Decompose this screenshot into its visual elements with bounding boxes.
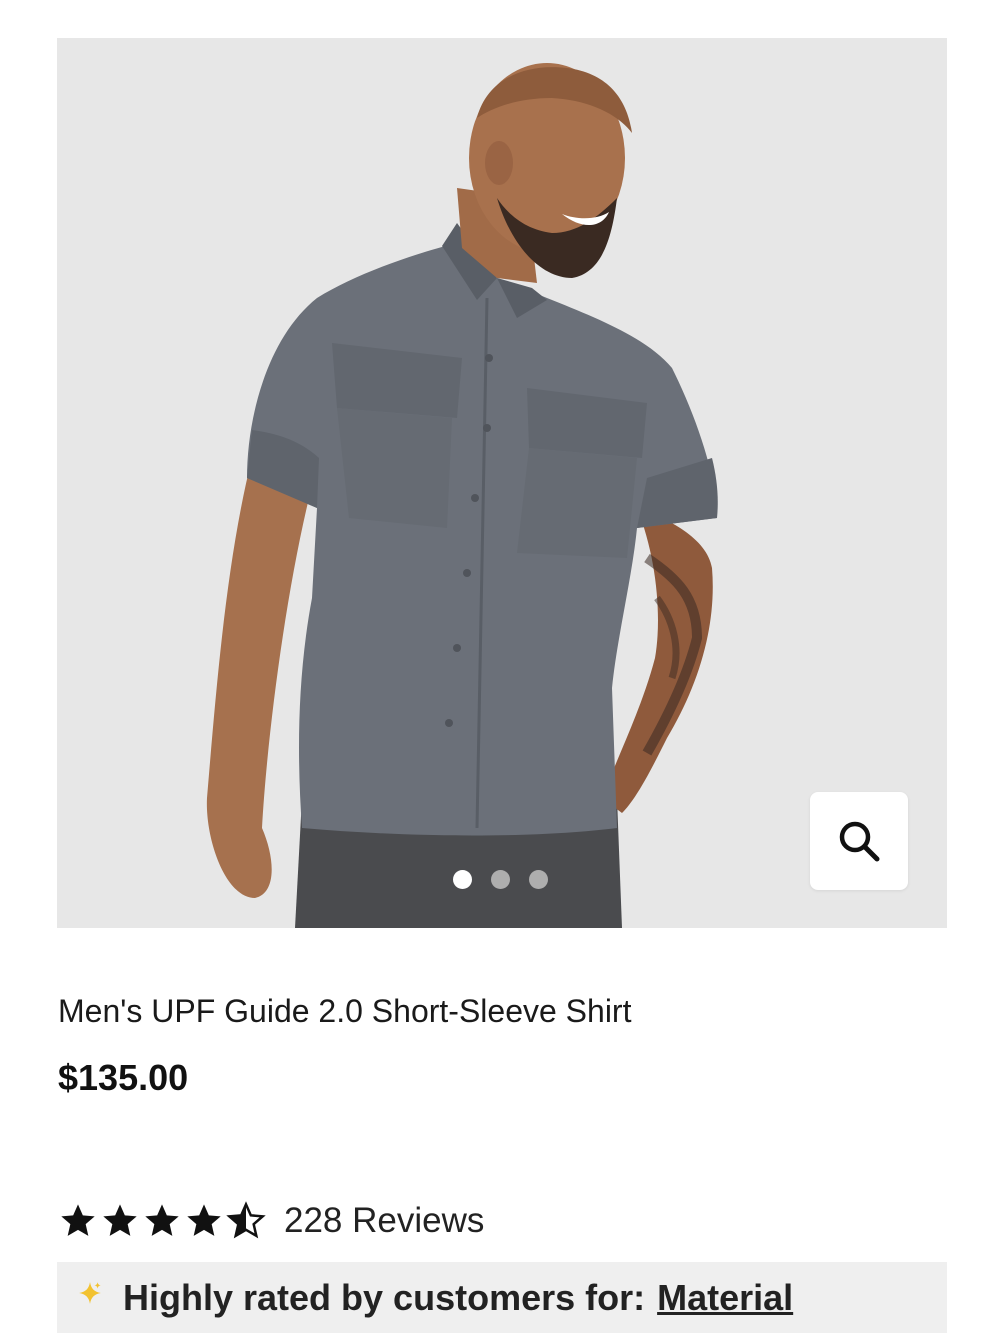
carousel-dot[interactable] xyxy=(491,870,510,889)
star-full-icon xyxy=(145,1204,179,1236)
search-icon xyxy=(839,821,880,862)
carousel-dot[interactable] xyxy=(453,870,472,889)
rating-summary[interactable]: 228 Reviews xyxy=(58,1201,484,1241)
star-full-icon xyxy=(61,1204,95,1236)
highlight-material-link[interactable]: Material xyxy=(657,1277,793,1319)
zoom-button[interactable] xyxy=(810,792,908,890)
star-full-icon xyxy=(187,1204,221,1236)
carousel-dot[interactable] xyxy=(529,870,548,889)
product-title: Men's UPF Guide 2.0 Short-Sleeve Shirt xyxy=(58,993,632,1029)
product-price: $135.00 xyxy=(58,1057,189,1098)
star-rating xyxy=(58,1201,266,1241)
star-half-icon xyxy=(226,1201,266,1239)
product-page: Men's UPF Guide 2.0 Short-Sleeve Shirt $… xyxy=(0,0,1000,1333)
highlight-banner: Highly rated by customers for: Material xyxy=(57,1262,947,1333)
product-image[interactable] xyxy=(57,38,947,928)
reviews-link[interactable]: 228 Reviews xyxy=(284,1201,484,1241)
carousel-dots xyxy=(453,870,548,889)
star-full-icon xyxy=(103,1204,137,1236)
highlight-text: Highly rated by customers for: xyxy=(123,1276,646,1318)
sparkle-icon xyxy=(79,1281,101,1304)
